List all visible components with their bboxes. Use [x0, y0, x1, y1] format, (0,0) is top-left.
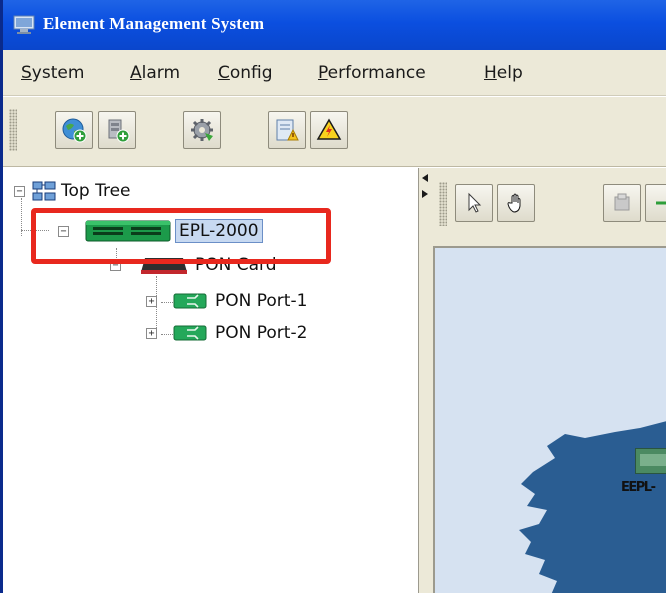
- globe-add-icon: [62, 118, 87, 143]
- alarm-button[interactable]: [310, 111, 348, 149]
- window-title: Element Management System: [43, 14, 265, 33]
- tree-node-port[interactable]: + PON Port-2: [146, 318, 307, 348]
- menu-system[interactable]: System: [21, 63, 84, 83]
- menu-help[interactable]: Help: [484, 63, 523, 83]
- menu-bar: System Alarm Config Performance Help: [3, 50, 666, 96]
- connect-icon: [656, 201, 666, 205]
- warning-icon: [316, 118, 342, 140]
- tree-label-root: Top Tree: [61, 181, 131, 201]
- map-toolbar: [431, 168, 666, 246]
- tree-node-port[interactable]: + PON Port-1: [146, 286, 307, 316]
- gear-icon: [191, 119, 213, 141]
- main-toolbar: [3, 97, 666, 167]
- pointer-icon: [468, 192, 482, 213]
- settings-button[interactable]: [183, 111, 221, 149]
- menu-config[interactable]: Config: [218, 63, 273, 83]
- pan-tool-button[interactable]: [497, 184, 535, 222]
- device-icon: [614, 193, 630, 211]
- pon-port-icon: [173, 325, 207, 341]
- map-node-label: EEPL-: [621, 480, 656, 495]
- device-add-icon: [108, 119, 130, 143]
- collapse-toggle[interactable]: −: [14, 185, 25, 197]
- add-device-button[interactable]: [98, 111, 136, 149]
- topology-panel: EEPL-: [431, 168, 666, 593]
- topology-map[interactable]: EEPL-: [433, 246, 666, 593]
- main-window: Element Management System System Alarm C…: [0, 0, 666, 593]
- add-network-button[interactable]: [55, 111, 93, 149]
- selection-highlight: [31, 208, 331, 264]
- menu-alarm[interactable]: Alarm: [130, 63, 180, 83]
- hand-pan-icon: [507, 193, 521, 213]
- alarm-report-button[interactable]: [268, 111, 306, 149]
- map-node-face: [640, 454, 666, 466]
- menu-performance[interactable]: Performance: [318, 63, 426, 83]
- app-icon: [13, 15, 35, 34]
- tree-node-root[interactable]: − Top Tree: [14, 176, 131, 206]
- select-tool-button[interactable]: [455, 184, 493, 222]
- expand-toggle[interactable]: +: [146, 295, 157, 307]
- connect-tool-button[interactable]: [645, 184, 666, 222]
- title-bar[interactable]: Element Management System: [3, 0, 666, 50]
- collapse-arrows-icon[interactable]: [419, 168, 431, 208]
- expand-toggle[interactable]: +: [146, 327, 157, 339]
- toolbar-grip[interactable]: [439, 182, 447, 226]
- pon-port-icon: [173, 293, 207, 309]
- toolbar-grip[interactable]: [9, 109, 17, 151]
- map-node-device[interactable]: [635, 448, 666, 474]
- split-pane-divider[interactable]: [419, 168, 431, 593]
- alarm-report-icon: [276, 119, 299, 141]
- device-tool-button[interactable]: [603, 184, 641, 222]
- tree-label-port: PON Port-1: [215, 291, 308, 311]
- map-landmass: [519, 421, 666, 593]
- tree-label-port: PON Port-2: [215, 323, 308, 343]
- network-tree-icon: [32, 181, 56, 201]
